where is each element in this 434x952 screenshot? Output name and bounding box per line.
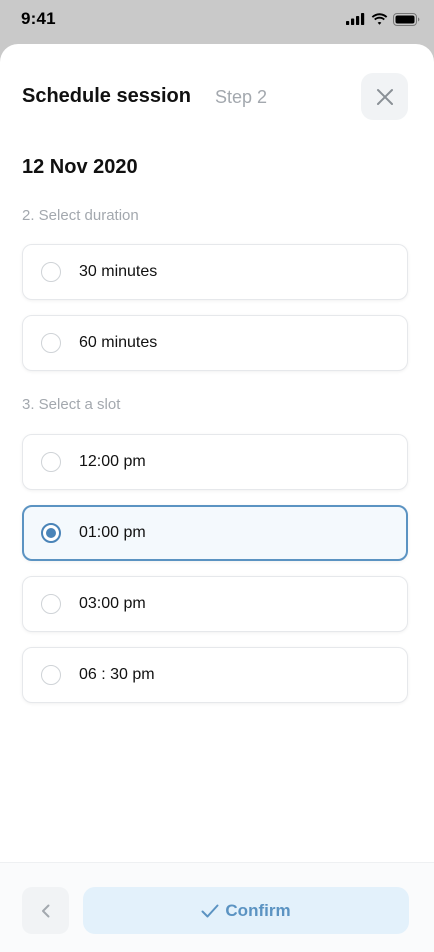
slot-option-0630[interactable]: 06 : 30 pm (22, 647, 408, 703)
slot-option-0100[interactable]: 01:00 pm (22, 505, 408, 561)
duration-option-60[interactable]: 60 minutes (22, 315, 408, 371)
radio-button[interactable] (41, 333, 61, 353)
close-icon (376, 88, 393, 105)
back-button[interactable] (22, 887, 69, 934)
battery-icon (393, 12, 420, 26)
radio-button[interactable] (41, 594, 61, 614)
sheet-footer: Confirm (0, 862, 434, 952)
chevron-left-icon (41, 904, 49, 917)
option-label: 30 minutes (79, 263, 158, 280)
step-indicator: Step 2 (215, 87, 268, 107)
radio-button[interactable] (41, 262, 61, 282)
confirm-label: Confirm (225, 900, 291, 920)
sheet-title: Schedule session (22, 85, 191, 107)
status-bar: 9:41 (0, 0, 434, 44)
duration-section-label: 2. Select duration (22, 207, 139, 224)
duration-option-30[interactable]: 30 minutes (22, 244, 408, 300)
wifi-icon (371, 13, 388, 25)
confirm-button[interactable]: Confirm (83, 887, 409, 934)
cellular-signal-icon (346, 13, 365, 25)
option-label: 03:00 pm (79, 595, 146, 612)
slot-section-label: 3. Select a slot (22, 396, 121, 413)
radio-button[interactable] (41, 452, 61, 472)
checkmark-icon (201, 904, 219, 917)
option-label: 12:00 pm (79, 453, 146, 470)
radio-button-selected[interactable] (41, 523, 61, 543)
option-label: 06 : 30 pm (79, 666, 155, 683)
close-button[interactable] (361, 73, 408, 120)
selected-date: 12 Nov 2020 (22, 156, 138, 178)
status-icons (346, 12, 420, 26)
radio-button[interactable] (41, 665, 61, 685)
option-label: 60 minutes (79, 334, 158, 351)
option-label: 01:00 pm (79, 524, 146, 541)
slot-option-1200[interactable]: 12:00 pm (22, 434, 408, 490)
slot-option-0300[interactable]: 03:00 pm (22, 576, 408, 632)
sheet-header: Schedule session Step 2 (22, 72, 408, 122)
schedule-sheet: Schedule session Step 2 12 Nov 2020 2. S… (0, 44, 434, 952)
status-time: 9:41 (21, 9, 56, 28)
